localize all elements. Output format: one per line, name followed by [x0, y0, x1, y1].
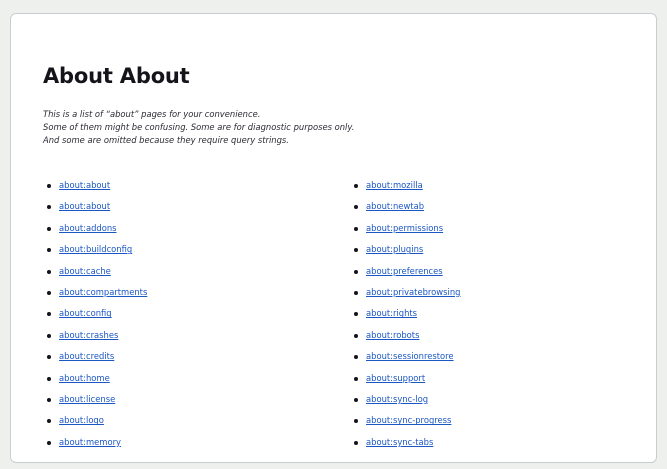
- list-item: about:privatebrowsing: [352, 282, 460, 303]
- list-item: about:robots: [352, 325, 460, 346]
- list-item: about:credits: [45, 346, 147, 367]
- about-link[interactable]: about:sessionrestore: [366, 351, 454, 361]
- list-item: about:permissions: [352, 218, 460, 239]
- list-item: about:compartments: [45, 282, 147, 303]
- about-link[interactable]: about:logo: [59, 415, 104, 425]
- list-item: about:mozilla: [352, 175, 460, 196]
- intro-line: And some are omitted because they requir…: [43, 135, 289, 145]
- list-item: about:rights: [352, 303, 460, 324]
- list-item: about:license: [45, 389, 147, 410]
- list-item: about:plugins: [352, 239, 460, 260]
- about-link[interactable]: about:crashes: [59, 330, 118, 340]
- about-link[interactable]: about:robots: [366, 330, 419, 340]
- list-item: about:logo: [45, 410, 147, 431]
- list-item: about:buildconfig: [45, 239, 147, 260]
- about-link[interactable]: about:sync-progress: [366, 415, 451, 425]
- about-links-right-column: about:mozilla about:newtab about:permiss…: [352, 175, 460, 453]
- intro-line: This is a list of “about” pages for your…: [43, 109, 261, 119]
- about-link[interactable]: about:about: [59, 180, 110, 190]
- about-about-card: About About This is a list of “about” pa…: [10, 13, 657, 463]
- list-item: about:addons: [45, 218, 147, 239]
- list-item: about:sessionrestore: [352, 346, 460, 367]
- about-link[interactable]: about:sync-log: [366, 394, 428, 404]
- intro-text: This is a list of “about” pages for your…: [43, 108, 354, 147]
- about-link[interactable]: about:rights: [366, 308, 417, 318]
- about-link[interactable]: about:about: [59, 201, 110, 211]
- page-title: About About: [43, 64, 190, 88]
- about-links-left-column: about:about about:about about:addons abo…: [45, 175, 147, 453]
- about-link[interactable]: about:compartments: [59, 287, 147, 297]
- browser-viewport: About About This is a list of “about” pa…: [0, 0, 667, 469]
- list-item: about:sync-log: [352, 389, 460, 410]
- about-link[interactable]: about:mozilla: [366, 180, 423, 190]
- list-item: about:newtab: [352, 196, 460, 217]
- about-link[interactable]: about:buildconfig: [59, 244, 132, 254]
- list-item: about:support: [352, 368, 460, 389]
- list-item: about:about: [45, 196, 147, 217]
- list-item: about:sync-progress: [352, 410, 460, 431]
- about-link[interactable]: about:privatebrowsing: [366, 287, 460, 297]
- list-item: about:cache: [45, 261, 147, 282]
- list-item: about:preferences: [352, 261, 460, 282]
- intro-line: Some of them might be confusing. Some ar…: [43, 122, 355, 132]
- list-item: about:memory: [45, 432, 147, 453]
- about-link[interactable]: about:cache: [59, 266, 111, 276]
- about-link[interactable]: about:memory: [59, 437, 121, 447]
- about-link[interactable]: about:preferences: [366, 266, 443, 276]
- about-link[interactable]: about:newtab: [366, 201, 424, 211]
- list-item: about:home: [45, 368, 147, 389]
- about-link[interactable]: about:sync-tabs: [366, 437, 433, 447]
- about-link[interactable]: about:permissions: [366, 223, 443, 233]
- about-link[interactable]: about:config: [59, 308, 112, 318]
- list-item: about:crashes: [45, 325, 147, 346]
- about-link[interactable]: about:support: [366, 373, 425, 383]
- about-link[interactable]: about:credits: [59, 351, 114, 361]
- list-item: about:about: [45, 175, 147, 196]
- about-link[interactable]: about:home: [59, 373, 110, 383]
- list-item: about:sync-tabs: [352, 432, 460, 453]
- about-link[interactable]: about:license: [59, 394, 115, 404]
- list-item: about:config: [45, 303, 147, 324]
- about-link[interactable]: about:plugins: [366, 244, 423, 254]
- about-link[interactable]: about:addons: [59, 223, 117, 233]
